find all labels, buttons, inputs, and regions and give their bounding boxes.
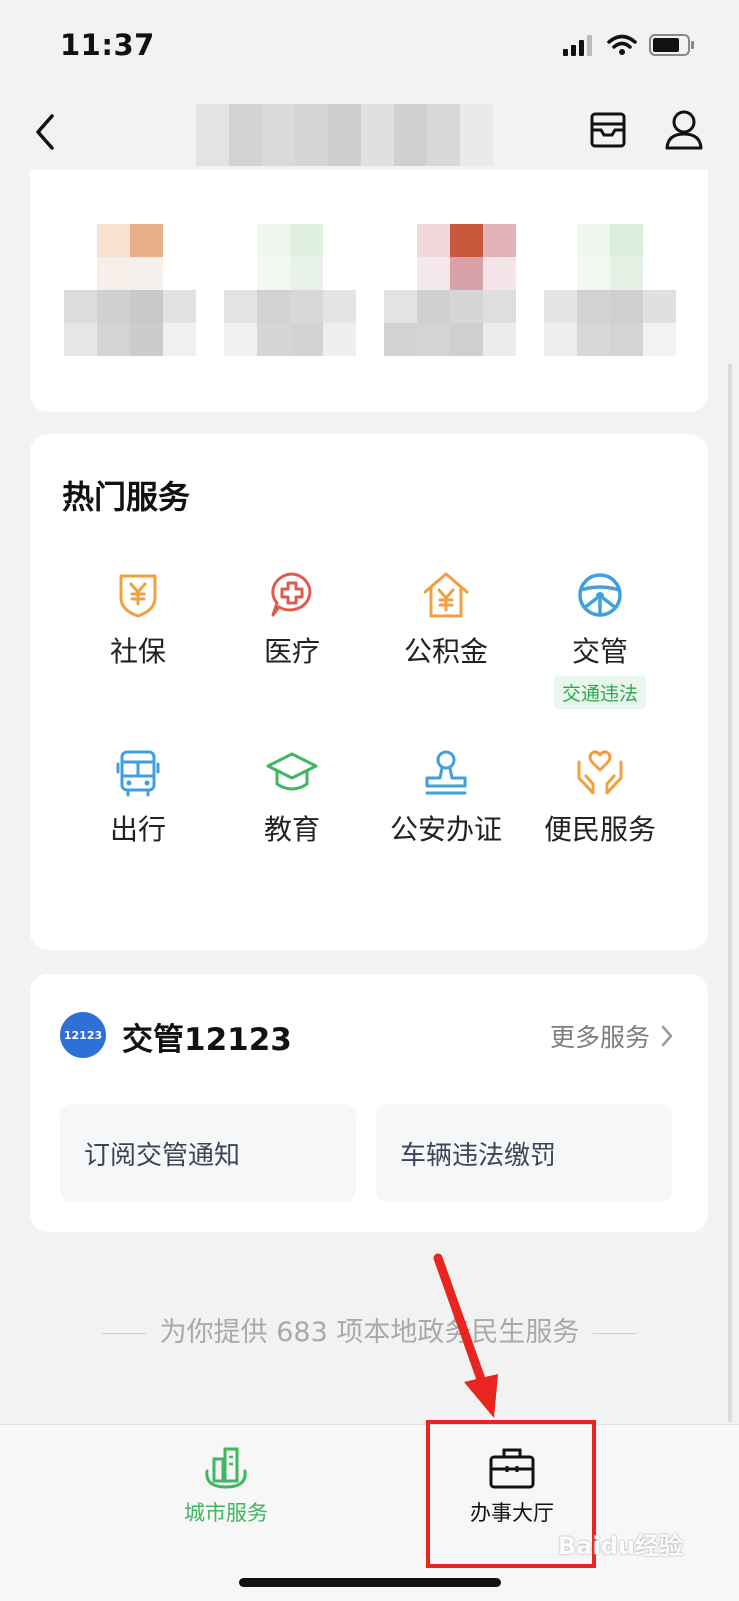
- blurred-shortcut[interactable]: [224, 224, 356, 356]
- tab-label: 城市服务: [184, 1501, 268, 1525]
- service-label: 出行: [109, 813, 166, 846]
- service-label: 教育: [263, 813, 320, 846]
- blurred-shortcut[interactable]: [544, 224, 676, 356]
- service-label: 便民服务: [543, 813, 656, 846]
- back-button[interactable]: [28, 110, 68, 154]
- vehicle-violation-pay-button[interactable]: 车辆违法缴罚: [376, 1104, 672, 1202]
- service-label: 公安办证: [389, 813, 502, 846]
- section-title: 热门服务: [62, 478, 191, 516]
- signal-icon: [563, 35, 592, 56]
- baidu-watermark: Baidu经验: [558, 1532, 683, 1560]
- blurred-shortcut-card: [30, 170, 708, 412]
- city-buildings-icon: [205, 1447, 247, 1489]
- divider: [101, 1333, 146, 1334]
- service-label: 公积金: [403, 635, 488, 668]
- hands-heart-icon: [577, 750, 623, 795]
- red-arrow-annotation: [433, 1253, 498, 1418]
- service-gonganbanzheng[interactable]: 公安办证: [366, 748, 526, 848]
- inbox-button[interactable]: [588, 110, 628, 150]
- status-icons: [563, 34, 695, 56]
- tab-city-services[interactable]: 城市服务: [126, 1445, 326, 1527]
- service-label: 医疗: [263, 635, 320, 668]
- service-bianminfuwu[interactable]: 便民服务: [520, 748, 680, 848]
- scrollbar: [728, 364, 732, 1422]
- stamp-icon: [425, 750, 467, 795]
- service-label: 交管: [571, 635, 628, 668]
- service-gongjijin[interactable]: 公积金: [366, 570, 526, 670]
- jiaoguan-logo: 12123: [60, 1012, 106, 1058]
- service-shebao[interactable]: 社保: [58, 570, 218, 670]
- house-yen-icon: [423, 572, 469, 618]
- page-title-blurred: [196, 104, 526, 166]
- service-jiaoguan[interactable]: 交管 交通违法: [520, 570, 680, 709]
- chevron-right-icon: [661, 1025, 673, 1047]
- blurred-shortcut[interactable]: [64, 224, 196, 356]
- steering-wheel-icon: [578, 573, 622, 617]
- service-jiaoyu[interactable]: 教育: [212, 748, 372, 848]
- hot-services-card: 热门服务 社保 医疗 公积金 交管 交通违法 出行 教育 公安办证 便民服务: [30, 434, 708, 950]
- service-chuxing[interactable]: 出行: [58, 748, 218, 848]
- more-services-label: 更多服务: [549, 1023, 650, 1052]
- divider: [593, 1333, 638, 1334]
- service-yiliao[interactable]: 医疗: [212, 570, 372, 670]
- graduation-cap-icon: [266, 752, 318, 791]
- inbox-icon: [590, 112, 626, 148]
- home-indicator: [239, 1578, 501, 1587]
- chevron-left-icon: [36, 114, 54, 150]
- battery-icon: [649, 34, 694, 56]
- user-icon: [665, 110, 703, 150]
- wifi-icon: [607, 34, 637, 55]
- service-label: 社保: [109, 635, 166, 668]
- status-time: 11:37: [60, 28, 155, 62]
- subscribe-notice-button[interactable]: 订阅交管通知: [60, 1104, 356, 1202]
- footer-note: 为你提供 683 项本地政务民生服务: [0, 1310, 739, 1349]
- jiaoguan-card: 12123 交管12123 更多服务 订阅交管通知 车辆违法缴罚: [30, 974, 708, 1232]
- tab-bar: 城市服务 办事大厅: [0, 1424, 739, 1601]
- more-services-link[interactable]: 更多服务: [550, 1018, 674, 1054]
- jiaoguan-title: 交管12123: [122, 1022, 292, 1058]
- profile-button[interactable]: [664, 108, 704, 152]
- blurred-shortcut[interactable]: [384, 224, 516, 356]
- medical-cross-icon: [271, 572, 312, 617]
- service-tag[interactable]: 交通违法: [553, 676, 646, 709]
- shield-yen-icon: [119, 574, 157, 618]
- bus-icon: [116, 750, 160, 797]
